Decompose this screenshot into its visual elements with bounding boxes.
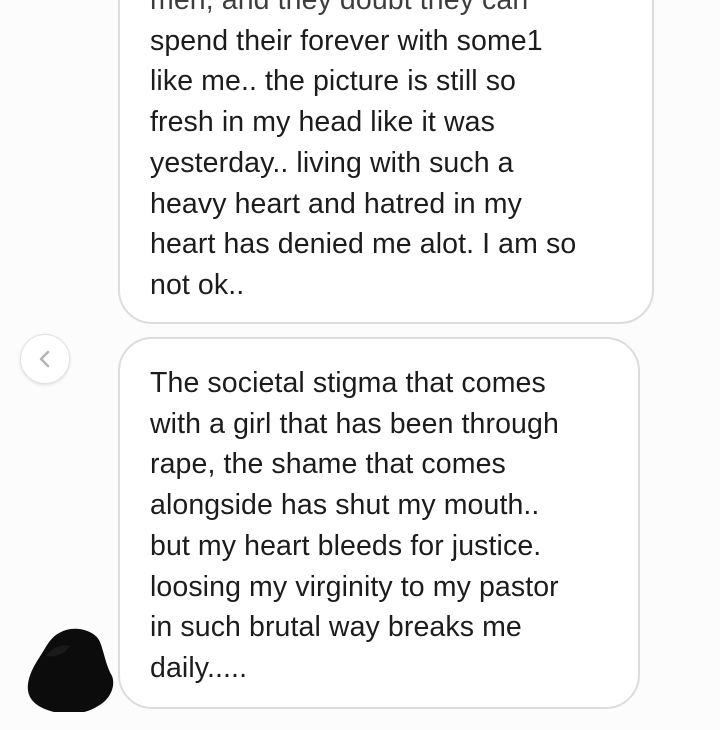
message-text: men, and they doubt they can spend their… [150, 0, 642, 306]
message-text: The societal stigma that comes with a gi… [150, 363, 628, 689]
message-line: like me.. the picture is still so [150, 65, 517, 98]
message-line: yesterday.. living with such a [150, 146, 514, 179]
redacted-avatar-icon [26, 626, 116, 716]
message-line: daily..... [150, 651, 248, 684]
message-line: spend their forever with some1 [150, 24, 543, 57]
bottom-edge [0, 712, 720, 730]
message-bubble: men, and they doubt they can spend their… [118, 0, 654, 324]
chat-screen: men, and they doubt they can spend their… [0, 0, 720, 730]
message-line: The societal stigma that comes [150, 367, 546, 399]
message-line: heavy heart and hatred in my [150, 187, 522, 220]
message-bubble: The societal stigma that comes with a gi… [118, 337, 640, 709]
message-line: loosing my virginity to my pastor [150, 570, 559, 603]
chevron-left-icon [39, 350, 50, 368]
message-line: men, and they doubt they can [150, 0, 529, 16]
message-line: in such brutal way breaks me [150, 611, 522, 644]
message-line: not ok.. [150, 268, 245, 301]
message-line: alongside has shut my mouth.. [150, 489, 540, 522]
message-line: heart has denied me alot. I am so [150, 228, 577, 261]
message-line: with a girl that has been through [150, 407, 559, 440]
back-button[interactable] [20, 334, 70, 384]
message-line: rape, the shame that comes [150, 448, 506, 481]
message-line: fresh in my head like it was [150, 106, 495, 139]
message-line: but my heart bleeds for justice. [150, 529, 542, 562]
